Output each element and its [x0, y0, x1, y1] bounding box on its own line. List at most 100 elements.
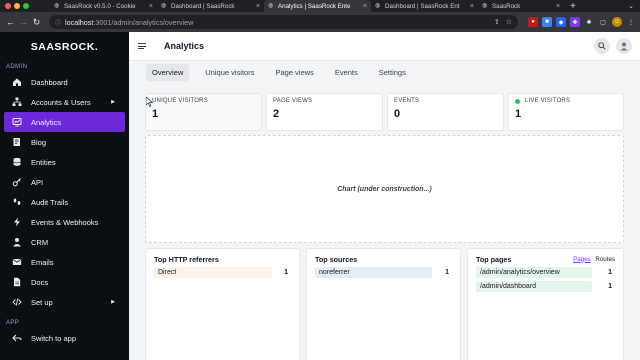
close-icon[interactable]: × — [470, 3, 474, 10]
sidebar-item-entities[interactable]: Entities — [0, 152, 129, 172]
panel-title: Top pages — [476, 254, 512, 264]
key-icon — [11, 177, 23, 187]
tab-overview[interactable]: Overview — [146, 64, 190, 81]
globe-icon: ◍ — [482, 3, 488, 9]
maximize-window-button[interactable] — [23, 3, 29, 9]
tab-unique-visitors[interactable]: Unique visitors — [200, 64, 259, 81]
sidebar-item-events-webhooks[interactable]: Events & Webhooks — [0, 212, 129, 232]
back-icon[interactable]: ← — [4, 17, 17, 27]
sidebar-item-crm[interactable]: CRM — [0, 232, 129, 252]
sidebar-item-set-up[interactable]: Set up ▶ — [0, 292, 129, 312]
menu-icon[interactable] — [138, 43, 152, 49]
mail-icon — [11, 257, 23, 267]
browser-tabstrip: ◍ SaasRock v0.5.0 - Cookie × ◍ Dashboard… — [0, 0, 640, 12]
sidebar-item-accounts-users[interactable]: Accounts & Users ▶ — [0, 92, 129, 112]
forward-icon[interactable]: → — [17, 17, 30, 27]
sidepanel-icon[interactable]: ▢ — [598, 17, 608, 27]
extension-icon[interactable]: ◆ — [556, 17, 566, 27]
user-icon — [11, 237, 23, 247]
list-item[interactable]: /admin/analytics/overview 1 — [476, 266, 615, 278]
minimize-window-button[interactable] — [14, 3, 20, 9]
panel-title: Top HTTP referrers — [154, 254, 219, 264]
tab-page-views[interactable]: Page views — [270, 64, 318, 81]
close-icon[interactable]: × — [363, 3, 367, 10]
share-icon[interactable]: ⇪ — [494, 18, 500, 26]
sidebar-item-label: Emails — [31, 257, 54, 267]
brand-logo[interactable]: SAASROCK. — [0, 32, 129, 62]
home-icon — [11, 77, 23, 87]
database-icon — [11, 157, 23, 167]
close-icon[interactable]: × — [256, 3, 260, 10]
stat-unique-visitors: UNIQUE VISITORS 1 — [145, 93, 262, 131]
browser-tab-active[interactable]: ◍ Analytics | SaasRock Ente × — [264, 0, 371, 12]
globe-icon: ◍ — [54, 3, 60, 9]
sidebar-item-blog[interactable]: Blog — [0, 132, 129, 152]
bookmark-star-icon[interactable]: ☆ — [506, 18, 512, 26]
url-path: :3001/admin/analytics/overview — [93, 17, 194, 27]
extension-icon[interactable]: ✚ — [570, 17, 580, 27]
caret-right-icon: ▶ — [111, 299, 115, 305]
stat-value: 1 — [515, 108, 522, 120]
docs-icon — [11, 277, 23, 287]
info-icon[interactable]: ⓘ — [55, 18, 61, 27]
extension-icon[interactable]: ■ — [542, 17, 552, 27]
tab-events[interactable]: Events — [330, 64, 363, 81]
reload-icon[interactable]: ↻ — [30, 17, 43, 28]
extension-icon[interactable]: ● — [528, 17, 538, 27]
user-avatar-button[interactable] — [616, 38, 632, 54]
browser-tab-title: Dashboard | SaasRock Ent — [385, 2, 460, 10]
sidebar-item-switch-to-app[interactable]: Switch to app — [0, 328, 129, 348]
stat-label: PAGE VIEWS — [273, 98, 313, 104]
analytics-icon — [11, 117, 23, 127]
app-root: SAASROCK. ADMIN Dashboard Accounts & User… — [0, 32, 640, 360]
puzzle-icon[interactable]: ✱ — [584, 17, 594, 27]
stat-value: 1 — [152, 108, 159, 120]
mouse-cursor-icon — [146, 97, 154, 107]
analytics-tabs: Overview Unique visitors Page views Events S… — [146, 64, 418, 84]
sidebar-item-label: Blog — [31, 137, 47, 147]
live-indicator-icon — [515, 98, 520, 104]
browser-tab[interactable]: ◍ Dashboard | SaasRock Ent × — [371, 0, 478, 12]
search-button[interactable] — [594, 38, 610, 54]
chevron-down-icon[interactable]: ⌄ — [628, 2, 640, 10]
close-window-button[interactable] — [5, 3, 11, 9]
accounts-icon — [11, 97, 23, 107]
globe-icon: ◍ — [375, 3, 381, 9]
browser-tab[interactable]: ◍ SaasRock × — [478, 0, 564, 12]
stat-label: LIVE VISITORS — [525, 98, 571, 104]
close-icon[interactable]: × — [556, 3, 560, 10]
list-item[interactable]: noreferrer 1 — [315, 266, 452, 278]
close-icon[interactable]: × — [149, 3, 153, 10]
chart-placeholder-text: Chart (under construction...) — [337, 185, 432, 193]
row-label: /admin/analytics/overview — [476, 266, 592, 278]
profile-avatar-icon[interactable]: ☺ — [612, 17, 622, 27]
sidebar-item-label: Dashboard — [31, 77, 68, 87]
row-count: 1 — [445, 268, 449, 276]
sidebar-item-docs[interactable]: Docs — [0, 272, 129, 292]
window-controls — [0, 3, 50, 9]
sidebar-item-analytics[interactable]: Analytics — [4, 112, 125, 132]
page-title: Analytics — [164, 41, 205, 51]
menu-kebab-icon[interactable]: ⋮ — [626, 17, 636, 27]
sidebar-item-dashboard[interactable]: Dashboard — [0, 72, 129, 92]
tab-settings[interactable]: Settings — [374, 64, 411, 81]
stat-page-views: PAGE VIEWS 2 — [266, 93, 383, 131]
globe-icon: ◍ — [268, 3, 274, 9]
pages-link[interactable]: Pages — [573, 256, 591, 263]
stat-label: EVENTS — [394, 98, 420, 104]
list-item[interactable]: /admin/dashboard 1 — [476, 280, 615, 292]
stat-live-visitors: LIVE VISITORS 1 — [508, 93, 624, 131]
sidebar-item-api[interactable]: API — [0, 172, 129, 192]
code-icon — [11, 297, 23, 307]
browser-tab[interactable]: ◍ Dashboard | SaasRock × — [157, 0, 264, 12]
browser-tab[interactable]: ◍ SaasRock v0.5.0 - Cookie × — [50, 0, 157, 12]
address-bar[interactable]: ⓘ localhost :3001/admin/analytics/overvi… — [49, 15, 518, 29]
routes-link[interactable]: Routes — [595, 256, 615, 263]
stat-value: 0 — [394, 108, 401, 120]
sidebar-item-emails[interactable]: Emails — [0, 252, 129, 272]
browser-tab-title: Analytics | SaasRock Ente — [278, 2, 351, 10]
lightning-icon — [11, 217, 23, 227]
sidebar-item-audit-trails[interactable]: Audit Trails — [0, 192, 129, 212]
list-item[interactable]: Direct 1 — [154, 266, 291, 278]
new-tab-icon[interactable]: + — [564, 1, 582, 12]
